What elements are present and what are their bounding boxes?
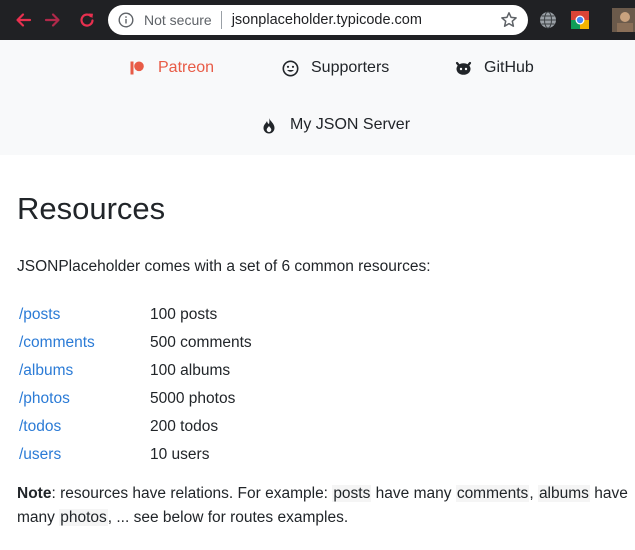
- chrome-extension-icon[interactable]: [570, 10, 590, 30]
- nav-link-label: GitHub: [484, 59, 534, 76]
- nav-link-patreon[interactable]: Patreon: [128, 59, 214, 77]
- resource-link-photos[interactable]: /photos: [17, 385, 150, 413]
- resource-link-comments[interactable]: /comments: [17, 329, 150, 357]
- top-navigation: Patreon Supporters GitHub My JSON Server: [0, 40, 635, 155]
- nav-link-my-json-server[interactable]: My JSON Server: [260, 116, 410, 134]
- resource-count: 5000 photos: [150, 390, 236, 407]
- resource-count: 200 todos: [150, 418, 219, 435]
- code-albums: albums: [537, 485, 590, 502]
- resource-count: 100 posts: [150, 306, 218, 323]
- address-bar[interactable]: Not secure jsonplaceholder.typicode.com: [108, 5, 528, 35]
- back-button[interactable]: [11, 8, 35, 32]
- note-text: ,: [529, 485, 538, 502]
- resource-count: 100 albums: [150, 362, 231, 379]
- table-row: /posts 100 posts: [17, 301, 252, 329]
- table-row: /comments 500 comments: [17, 329, 252, 357]
- resources-table: /posts 100 posts /comments 500 comments …: [17, 301, 252, 469]
- page-title: Resources: [17, 191, 166, 226]
- reload-icon: [78, 11, 96, 29]
- browser-toolbar: Not secure jsonplaceholder.typicode.com: [0, 0, 635, 40]
- url-text[interactable]: jsonplaceholder.typicode.com: [232, 12, 422, 28]
- relations-note: Note: resources have relations. For exam…: [17, 482, 633, 530]
- globe-extension-icon[interactable]: [538, 10, 558, 30]
- arrow-right-icon: [44, 11, 62, 29]
- patreon-icon: [128, 59, 146, 77]
- resource-link-todos[interactable]: /todos: [17, 413, 150, 441]
- resource-count: 10 users: [150, 446, 210, 463]
- resources-intro: JSONPlaceholder comes with a set of 6 co…: [17, 258, 431, 275]
- nav-link-label: Patreon: [158, 59, 215, 76]
- omnibox-separator: [220, 11, 222, 29]
- resource-count: 500 comments: [150, 334, 252, 351]
- resource-link-users[interactable]: /users: [17, 441, 150, 469]
- code-posts: posts: [332, 485, 372, 502]
- code-photos: photos: [59, 509, 108, 526]
- smile-icon: [281, 59, 299, 77]
- nav-link-supporters[interactable]: Supporters: [281, 59, 389, 77]
- flame-icon: [260, 116, 278, 134]
- resource-link-albums[interactable]: /albums: [17, 357, 150, 385]
- table-row: /albums 100 albums: [17, 357, 252, 385]
- arrow-left-icon: [14, 11, 32, 29]
- code-comments: comments: [455, 485, 530, 502]
- security-label[interactable]: Not secure: [144, 12, 212, 28]
- note-text: have many: [371, 485, 456, 502]
- info-icon[interactable]: [118, 12, 134, 28]
- github-icon: [454, 59, 472, 77]
- profile-avatar[interactable]: [612, 8, 635, 32]
- nav-link-label: My JSON Server: [290, 116, 411, 133]
- note-text: : resources have relations. For example:: [51, 485, 333, 502]
- note-label: Note: [17, 485, 52, 502]
- resource-link-posts[interactable]: /posts: [17, 301, 150, 329]
- forward-button[interactable]: [41, 8, 65, 32]
- table-row: /photos 5000 photos: [17, 385, 252, 413]
- table-row: /users 10 users: [17, 441, 252, 469]
- nav-link-label: Supporters: [311, 59, 390, 76]
- nav-link-github[interactable]: GitHub: [454, 59, 534, 77]
- reload-button[interactable]: [75, 8, 99, 32]
- star-icon[interactable]: [500, 11, 518, 29]
- note-text: , ... see below for routes examples.: [107, 509, 349, 526]
- table-row: /todos 200 todos: [17, 413, 252, 441]
